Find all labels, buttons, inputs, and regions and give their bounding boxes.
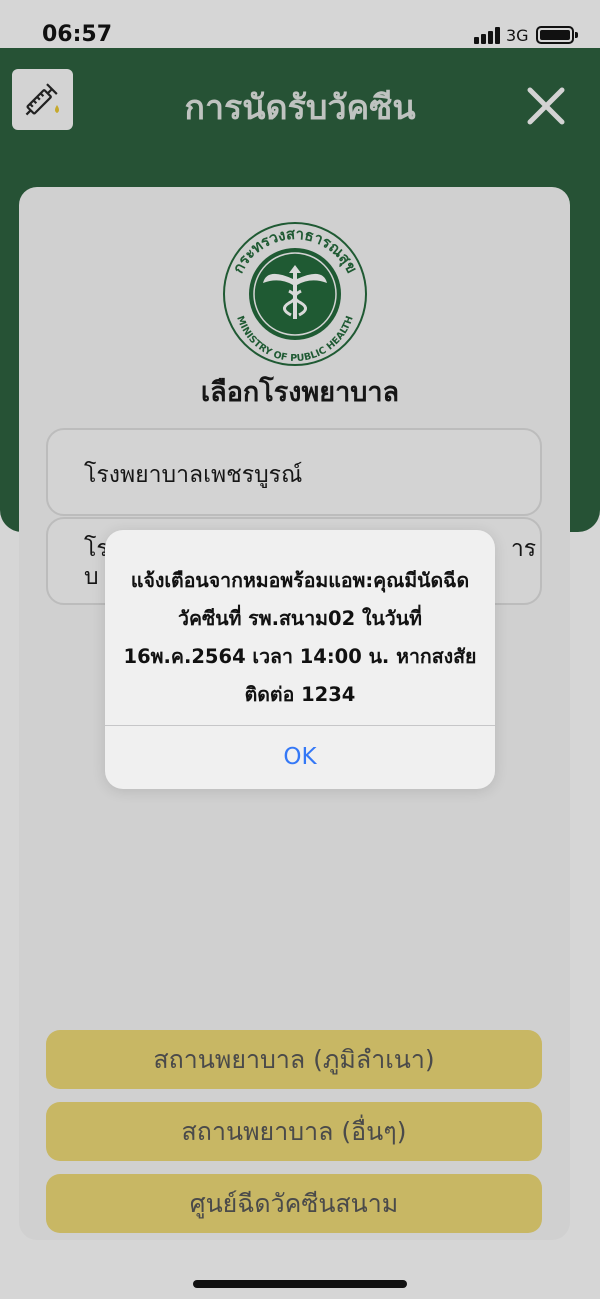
syringe-icon[interactable] xyxy=(12,69,73,130)
hospital-name: โรงพยาบาลเพชรบูรณ์ xyxy=(84,462,303,488)
close-icon xyxy=(527,87,565,125)
field-vaccination-center-button[interactable]: ศูนย์ฉีดวัคซีนสนาม xyxy=(46,1174,542,1233)
network-type: 3G xyxy=(506,26,529,45)
status-time: 06:57 xyxy=(42,22,113,47)
alert-ok-button[interactable]: OK xyxy=(105,726,495,789)
home-indicator[interactable] xyxy=(193,1280,407,1288)
alert-message: แจ้งเตือนจากหมอพร้อมแอพ:คุณมีนัดฉีดวัคซี… xyxy=(123,569,477,706)
page-title: การนัดรับวัคซีน xyxy=(184,88,416,128)
status-bar: 06:57 3G xyxy=(0,0,600,48)
close-button[interactable] xyxy=(520,80,572,132)
ministry-logo: กระทรวงสาธารณสุข MINISTRY OF PUBLIC HEAL… xyxy=(219,221,371,367)
other-hospital-button[interactable]: สถานพยาบาล (อื่นๆ) xyxy=(46,1102,542,1161)
card-title: เลือกโรงพยาบาล xyxy=(200,377,400,408)
signal-icon xyxy=(474,26,502,44)
hospital-list-item[interactable]: โรงพยาบาลเพชรบูรณ์ xyxy=(46,428,542,516)
alert-dialog: แจ้งเตือนจากหมอพร้อมแอพ:คุณมีนัดฉีดวัคซี… xyxy=(105,530,495,789)
hometown-hospital-button[interactable]: สถานพยาบาล (ภูมิลำเนา) xyxy=(46,1030,542,1089)
battery-icon xyxy=(536,26,578,44)
